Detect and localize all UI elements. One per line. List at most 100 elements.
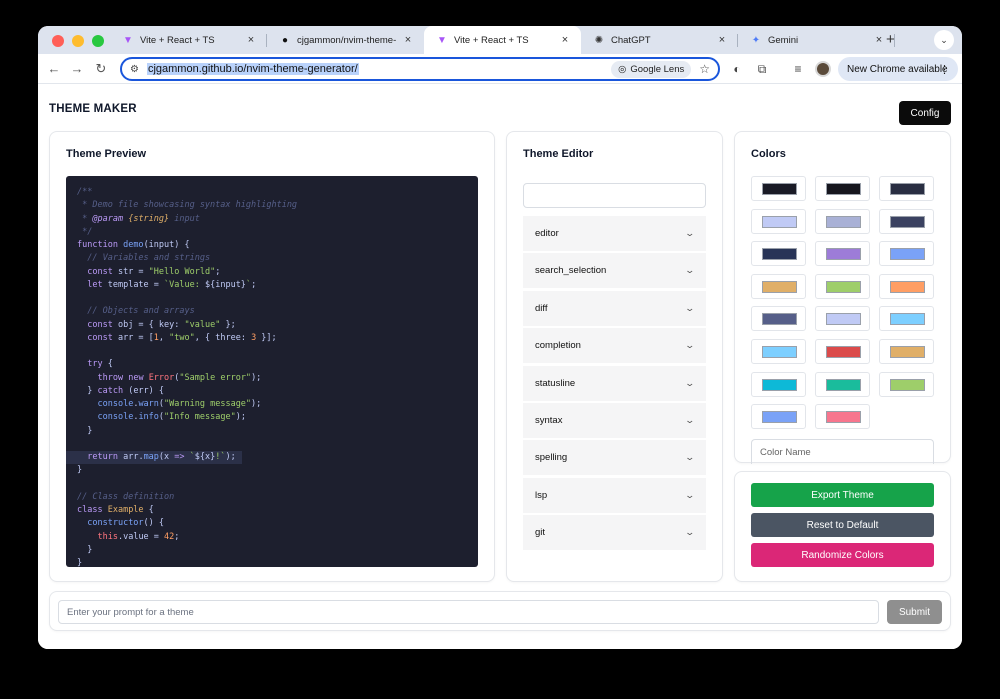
editor-section-statusline[interactable]: statusline ⌄ (523, 365, 706, 402)
chevron-down-icon: ⌄ (684, 377, 696, 388)
color-swatch[interactable] (879, 176, 934, 201)
editor-section-editor[interactable]: editor ⌄ (523, 216, 706, 252)
close-tab-icon[interactable]: × (245, 34, 257, 46)
browser-tab[interactable]: ✺ ChatGPT × (581, 26, 738, 54)
chrome-update-button[interactable]: New Chrome available ⋮ (838, 57, 958, 81)
color-swatch[interactable] (879, 306, 934, 332)
color-chip (890, 280, 925, 293)
color-swatch[interactable] (815, 404, 870, 430)
url-text[interactable]: cjgammon.github.io/nvim-theme-generator/ (146, 63, 359, 75)
color-swatch[interactable] (815, 208, 870, 234)
tab-strip: ▼ Vite + React + TS × ● cjgammon/nvim-theme-… (38, 26, 962, 54)
color-swatch[interactable] (815, 273, 870, 299)
chevron-down-icon: ⌄ (684, 527, 696, 538)
minimize-window-button[interactable] (72, 35, 84, 47)
color-chip (762, 411, 797, 424)
chevron-down-icon: ⌄ (684, 452, 696, 463)
tab-search-button[interactable]: ⌄ (934, 30, 954, 50)
color-swatch[interactable] (751, 339, 806, 364)
profile-avatar[interactable] (815, 61, 831, 77)
address-bar[interactable]: ⚙ cjgammon.github.io/nvim-theme-generato… (120, 57, 720, 81)
maximize-window-button[interactable] (92, 35, 104, 47)
more-menu-icon[interactable]: ⋮ (939, 63, 950, 76)
color-chip (762, 248, 797, 261)
performance-icon[interactable]: ◐ (729, 61, 745, 77)
editor-search-input[interactable] (523, 183, 706, 208)
color-swatch[interactable] (879, 339, 934, 364)
close-tab-icon[interactable]: × (716, 34, 728, 46)
forward-arrow-icon[interactable]: → (69, 61, 85, 77)
editor-section-lsp[interactable]: lsp ⌄ (523, 477, 706, 514)
editor-section-completion[interactable]: completion ⌄ (523, 328, 706, 365)
color-swatch[interactable] (879, 273, 934, 299)
color-swatch[interactable] (879, 371, 934, 397)
theme-prompt-input[interactable]: Enter your prompt for a theme (58, 600, 879, 624)
color-chip (890, 215, 925, 228)
editor-section-git[interactable]: git ⌄ (523, 515, 706, 552)
browser-tab[interactable]: ✦ Gemini × (738, 26, 895, 54)
app-title: THEME MAKER (49, 103, 137, 115)
chevron-down-icon: ⌄ (684, 302, 696, 313)
code-preview: /** * Demo file showcasing syntax highli… (66, 176, 478, 567)
browser-tab[interactable]: ▼ Vite + React + TS × (424, 26, 581, 54)
close-tab-icon[interactable]: × (559, 34, 571, 46)
color-swatch[interactable] (751, 241, 806, 267)
section-label: completion (535, 340, 581, 352)
section-label: syntax (535, 414, 563, 426)
randomize-colors-button[interactable]: Randomize Colors (751, 543, 934, 567)
color-swatch[interactable] (751, 273, 806, 299)
color-swatch[interactable] (815, 371, 870, 397)
reload-icon[interactable]: ↻ (93, 61, 109, 77)
color-swatch[interactable] (815, 241, 870, 267)
new-tab-button[interactable]: + (886, 31, 895, 48)
color-chip (890, 346, 925, 358)
color-chip (826, 411, 861, 424)
tab-label: cjgammon/nvim-theme-gen (297, 34, 396, 46)
editor-section-diff[interactable]: diff ⌄ (523, 290, 706, 327)
color-chip (890, 248, 925, 261)
section-label: statusline (535, 377, 576, 389)
actions-card: Export Theme Reset to Default Randomize … (734, 471, 951, 582)
editor-section-spelling[interactable]: spelling ⌄ (523, 440, 706, 477)
close-tab-icon[interactable]: × (402, 34, 414, 46)
editor-section-syntax[interactable]: syntax ⌄ (523, 402, 706, 439)
color-chip (762, 346, 797, 358)
color-swatch[interactable] (751, 208, 806, 234)
color-swatch[interactable] (879, 241, 934, 267)
color-name-input[interactable]: Color Name (751, 439, 934, 464)
color-swatch[interactable] (751, 371, 806, 397)
editor-section-search-selection[interactable]: search_selection ⌄ (523, 253, 706, 290)
site-info-icon[interactable]: ⚙ (130, 64, 139, 75)
close-tab-icon[interactable]: × (873, 34, 885, 46)
reading-list-icon[interactable]: ≡ (790, 61, 806, 77)
theme-editor-title: Theme Editor (523, 148, 594, 160)
color-swatch[interactable] (879, 208, 934, 234)
google-lens-button[interactable]: ◎ Google Lens (611, 60, 692, 78)
color-swatch[interactable] (751, 306, 806, 332)
color-swatch[interactable] (815, 176, 870, 201)
chrome-update-label: New Chrome available (847, 63, 948, 75)
browser-tab[interactable]: ▼ Vite + React + TS × (110, 26, 267, 54)
color-swatch[interactable] (815, 306, 870, 332)
color-swatch[interactable] (751, 176, 806, 201)
reset-default-button[interactable]: Reset to Default (751, 513, 934, 537)
submit-button[interactable]: Submit (887, 600, 942, 624)
tab-label: ChatGPT (611, 34, 651, 46)
back-arrow-icon[interactable]: ← (46, 61, 62, 77)
color-swatch[interactable] (751, 404, 806, 430)
close-window-button[interactable] (52, 35, 64, 47)
theme-preview-card: Theme Preview /** * Demo file showcasing… (49, 131, 495, 582)
chevron-down-icon: ⌄ (684, 414, 696, 425)
config-button[interactable]: Config (899, 101, 951, 125)
browser-tab[interactable]: ● cjgammon/nvim-theme-gen × (267, 26, 424, 54)
color-swatch[interactable] (815, 339, 870, 364)
export-theme-button[interactable]: Export Theme (751, 483, 934, 507)
extensions-icon[interactable]: ⧉ (754, 61, 770, 77)
tab-label: Gemini (768, 34, 799, 46)
color-chip (890, 313, 925, 326)
bookmark-star-icon[interactable]: ☆ (699, 62, 710, 76)
lens-icon: ◎ (618, 63, 627, 75)
section-label: lsp (535, 489, 548, 501)
tab-label: Vite + React + TS (140, 34, 215, 46)
google-lens-label: Google Lens (630, 63, 685, 75)
